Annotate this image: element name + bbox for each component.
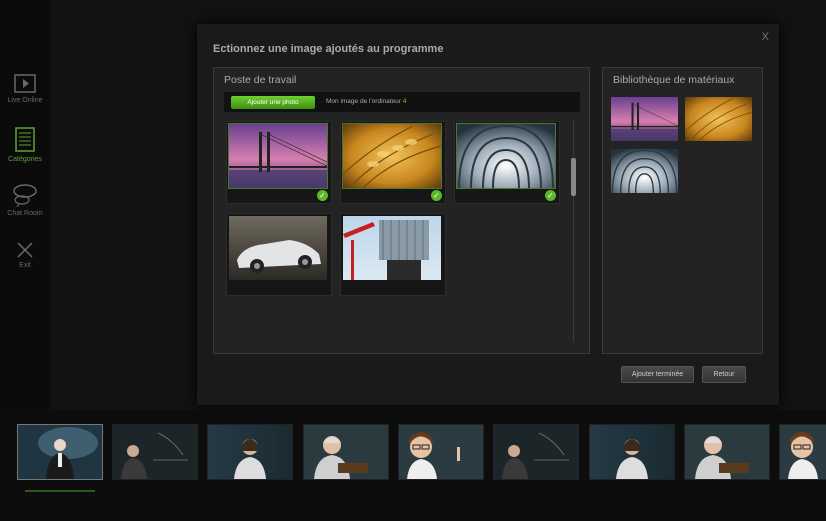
close-button[interactable]: X bbox=[762, 31, 769, 43]
list-icon bbox=[15, 127, 35, 152]
photo-cell[interactable]: ✓ bbox=[226, 121, 332, 204]
selected-check-icon: ✓ bbox=[317, 190, 328, 201]
filmstrip-thumb[interactable] bbox=[684, 424, 770, 480]
industrial-tower-image bbox=[343, 216, 441, 280]
library-title: Bibliothèque de matériaux bbox=[613, 74, 735, 86]
image-selection-dialog: Ectionnez une image ajoutés au programme… bbox=[197, 24, 779, 405]
filmstrip-thumb[interactable] bbox=[303, 424, 389, 480]
library-wheat-closeup-image[interactable] bbox=[685, 97, 752, 141]
filmstrip-thumb[interactable] bbox=[493, 424, 579, 480]
chat-icon bbox=[13, 184, 37, 207]
bridge-sunset-image bbox=[228, 123, 328, 189]
workstation-toolbar: Ajouter une photo Mon image de l'ordinat… bbox=[224, 92, 580, 112]
sidebar-item-label: Catégories bbox=[8, 156, 42, 163]
scrollbar-thumb[interactable] bbox=[571, 158, 576, 196]
wheat-closeup-image bbox=[342, 123, 442, 189]
filmstrip-thumb[interactable] bbox=[112, 424, 198, 480]
woman-glasses-image bbox=[399, 425, 483, 479]
computer-images-text: Mon image de l'ordinateur bbox=[326, 98, 401, 105]
professor-book-image bbox=[304, 425, 388, 479]
sidebar-item-exit[interactable]: Exit bbox=[0, 241, 50, 269]
sidebar-item-live-online[interactable]: Live Online bbox=[0, 74, 50, 104]
library-bridge-sunset-image[interactable] bbox=[611, 97, 678, 141]
filmstrip-thumb[interactable] bbox=[17, 424, 103, 480]
photo-cell[interactable] bbox=[340, 213, 446, 296]
done-button[interactable]: Ajouter terminée bbox=[621, 366, 694, 383]
photo-cell[interactable]: ✓ bbox=[340, 121, 446, 204]
computer-images-count: 4 bbox=[402, 98, 407, 105]
filmstrip-thumb[interactable] bbox=[779, 424, 826, 480]
filmstrip bbox=[0, 410, 826, 521]
sidebar-item-chat-room[interactable]: Chat Room bbox=[0, 183, 50, 217]
selected-check-icon: ✓ bbox=[545, 190, 556, 201]
sidebar-item-label: Exit bbox=[19, 262, 31, 269]
photo-cell[interactable] bbox=[226, 213, 332, 296]
play-icon bbox=[14, 74, 36, 93]
woman-glasses-image bbox=[780, 425, 826, 479]
dialog-title: Ectionnez une image ajoutés au programme bbox=[213, 43, 444, 55]
glass-tunnel-image bbox=[456, 123, 556, 189]
workstation-title: Poste de travail bbox=[224, 74, 297, 86]
scientist-presenter-image bbox=[18, 425, 102, 479]
sidebar-item-label: Live Online bbox=[7, 97, 43, 104]
filmstrip-thumb[interactable] bbox=[589, 424, 675, 480]
filmstrip-thumb[interactable] bbox=[398, 424, 484, 480]
teacher-blackboard-image bbox=[494, 425, 578, 479]
teacher-blackboard-image bbox=[113, 425, 197, 479]
selected-check-icon: ✓ bbox=[431, 190, 442, 201]
filmstrip-thumb[interactable] bbox=[207, 424, 293, 480]
playback-progress bbox=[25, 490, 95, 492]
sidebar-item-label: Chat Room bbox=[7, 210, 43, 217]
back-button[interactable]: Retour bbox=[702, 366, 746, 383]
silver-convertible-image bbox=[229, 216, 327, 280]
woman-teacher-image bbox=[208, 425, 292, 479]
scrollbar-track[interactable] bbox=[573, 120, 574, 342]
library-panel: Bibliothèque de matériaux bbox=[602, 67, 763, 354]
workstation-panel: Poste de travail Ajouter une photo Mon i… bbox=[213, 67, 590, 354]
sidebar: Live Online Catégories Chat Room Exit bbox=[0, 0, 50, 410]
computer-images-label: Mon image de l'ordinateur 4 bbox=[326, 98, 406, 105]
exit-icon bbox=[17, 242, 33, 258]
library-glass-tunnel-image[interactable] bbox=[611, 149, 678, 193]
add-photo-button[interactable]: Ajouter une photo bbox=[231, 96, 315, 109]
sidebar-item-categories[interactable]: Catégories bbox=[0, 127, 50, 163]
photo-cell[interactable]: ✓ bbox=[454, 121, 560, 204]
woman-teacher-image bbox=[590, 425, 674, 479]
professor-book-image bbox=[685, 425, 769, 479]
